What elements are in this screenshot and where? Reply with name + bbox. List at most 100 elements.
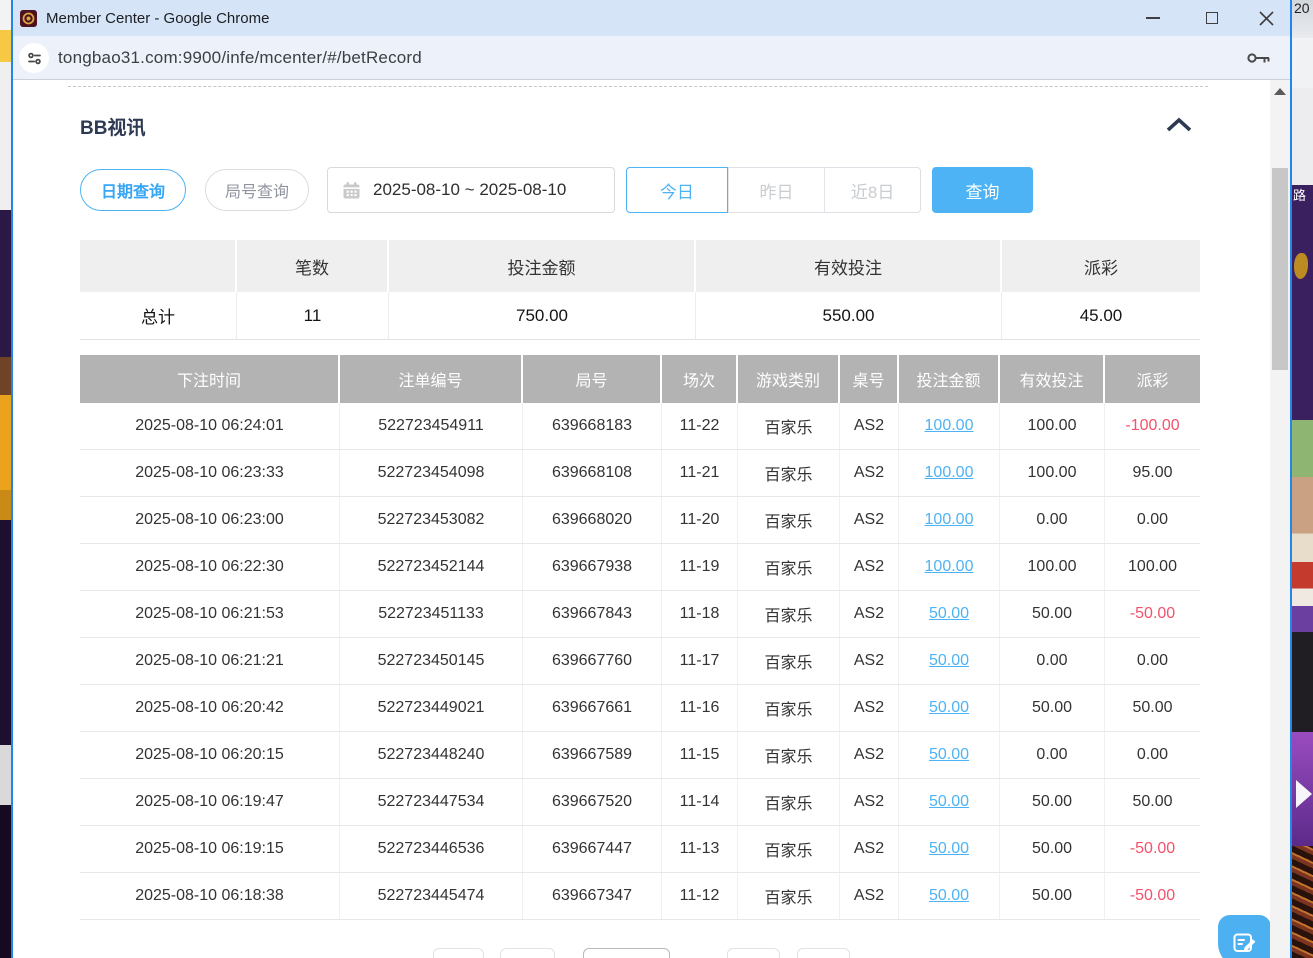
- calendar-icon: [342, 181, 361, 200]
- round-no-cell: 639668020: [523, 497, 662, 543]
- close-icon: [1259, 11, 1274, 26]
- window-title: Member Center - Google Chrome: [46, 10, 269, 27]
- password-key-icon[interactable]: [1246, 50, 1272, 71]
- underlay-gold-decoration: [1294, 253, 1308, 279]
- round-no-cell: 639667843: [523, 591, 662, 637]
- session-cell: 11-22: [662, 403, 738, 449]
- summary-total-row: 总计 11 750.00 550.00 45.00: [80, 292, 1200, 340]
- maximize-button[interactable]: [1205, 0, 1218, 36]
- pagination-page-select[interactable]: [583, 948, 670, 958]
- bet-amount-link[interactable]: 50.00: [929, 605, 969, 623]
- desktop-left-edge: [0, 0, 11, 958]
- bet-time-cell: 2025-08-10 06:18:38: [80, 873, 340, 919]
- bet-amount-link[interactable]: 50.00: [929, 887, 969, 905]
- bet-amount-cell: 100.00: [899, 450, 1000, 496]
- summary-total-label: 总计: [80, 292, 237, 339]
- bet-amount-link[interactable]: 50.00: [929, 793, 969, 811]
- game-type-cell: 百家乐: [738, 544, 840, 590]
- bet-id-cell: 522723447534: [340, 779, 523, 825]
- quick-range-today[interactable]: 今日: [626, 167, 728, 213]
- bet-amount-cell: 50.00: [899, 826, 1000, 872]
- scroll-up-arrow-icon[interactable]: [1274, 88, 1286, 95]
- game-type-cell: 百家乐: [738, 685, 840, 731]
- table-no-cell: AS2: [840, 544, 899, 590]
- round-no-cell: 639667347: [523, 873, 662, 919]
- header-payout: 派彩: [1105, 355, 1200, 403]
- date-range-input[interactable]: 2025-08-10 ~ 2025-08-10: [327, 167, 615, 213]
- quick-range-yesterday[interactable]: 昨日: [728, 168, 825, 212]
- pagination-next-button[interactable]: [727, 948, 780, 958]
- bet-time-cell: 2025-08-10 06:24:01: [80, 403, 340, 449]
- bet-time-cell: 2025-08-10 06:23:33: [80, 450, 340, 496]
- session-cell: 11-16: [662, 685, 738, 731]
- round-no-cell: 639667447: [523, 826, 662, 872]
- bet-amount-link[interactable]: 100.00: [925, 558, 974, 576]
- date-query-tab[interactable]: 日期查询: [80, 169, 186, 211]
- bet-record-table: 下注时间 注单编号 局号 场次 游戏类别 桌号 投注金额 有效投注 派彩 202…: [80, 355, 1200, 920]
- bet-amount-cell: 50.00: [899, 591, 1000, 637]
- bet-amount-link[interactable]: 50.00: [929, 652, 969, 670]
- bet-record-page: BB视讯 日期查询 局号查询 2025-08-10 ~ 2025-08-10 今…: [13, 80, 1290, 958]
- table-row: 2025-08-10 06:22:30522723452144639667938…: [80, 544, 1200, 591]
- collapse-section-button[interactable]: [1165, 117, 1193, 138]
- bet-id-cell: 522723446536: [340, 826, 523, 872]
- feedback-compose-button[interactable]: [1218, 915, 1271, 958]
- page-scrollbar[interactable]: [1270, 80, 1290, 958]
- table-no-cell: AS2: [840, 403, 899, 449]
- valid-bet-cell: 100.00: [1000, 403, 1105, 449]
- bet-amount-cell: 100.00: [899, 544, 1000, 590]
- summary-payout-value: 45.00: [1002, 292, 1200, 339]
- pagination-first-button[interactable]: [433, 948, 484, 958]
- table-no-cell: AS2: [840, 497, 899, 543]
- bet-table-body: 2025-08-10 06:24:01522723454911639668183…: [80, 403, 1200, 920]
- valid-bet-cell: 0.00: [1000, 638, 1105, 684]
- bet-id-cell: 522723454911: [340, 403, 523, 449]
- table-no-cell: AS2: [840, 638, 899, 684]
- chevron-up-icon: [1165, 117, 1193, 133]
- close-button[interactable]: [1259, 0, 1274, 36]
- compose-icon: [1231, 929, 1258, 956]
- quick-range-last8days[interactable]: 近8日: [824, 168, 920, 212]
- payout-cell: -100.00: [1105, 403, 1200, 449]
- url-field[interactable]: tongbao31.com:9900/infe/mcenter/#/betRec…: [58, 36, 422, 79]
- window-titlebar: Member Center - Google Chrome: [13, 0, 1290, 36]
- bet-amount-link[interactable]: 50.00: [929, 699, 969, 717]
- search-button[interactable]: 查询: [932, 167, 1033, 213]
- table-no-cell: AS2: [840, 591, 899, 637]
- address-bar: tongbao31.com:9900/infe/mcenter/#/betRec…: [13, 36, 1290, 80]
- bet-id-cell: 522723449021: [340, 685, 523, 731]
- bet-amount-cell: 50.00: [899, 873, 1000, 919]
- summary-bet-amount-value: 750.00: [389, 292, 696, 339]
- summary-count-value: 11: [237, 292, 389, 339]
- round-no-cell: 639667661: [523, 685, 662, 731]
- bet-amount-link[interactable]: 50.00: [929, 746, 969, 764]
- bet-id-cell: 522723454098: [340, 450, 523, 496]
- bet-time-cell: 2025-08-10 06:23:00: [80, 497, 340, 543]
- bet-amount-cell: 50.00: [899, 638, 1000, 684]
- table-row: 2025-08-10 06:21:21522723450145639667760…: [80, 638, 1200, 685]
- round-no-cell: 639667589: [523, 732, 662, 778]
- quick-range-group: 今日 昨日 近8日: [626, 167, 921, 213]
- round-no-cell: 639668183: [523, 403, 662, 449]
- scrollbar-thumb[interactable]: [1272, 168, 1288, 370]
- bet-amount-link[interactable]: 100.00: [925, 464, 974, 482]
- table-row: 2025-08-10 06:21:53522723451133639667843…: [80, 591, 1200, 638]
- pagination-last-button[interactable]: [797, 948, 850, 958]
- round-query-tab[interactable]: 局号查询: [205, 169, 309, 211]
- pagination-prev-button[interactable]: [500, 948, 555, 958]
- bet-amount-link[interactable]: 100.00: [925, 417, 974, 435]
- bet-time-cell: 2025-08-10 06:22:30: [80, 544, 340, 590]
- bet-amount-link[interactable]: 50.00: [929, 840, 969, 858]
- minimize-button[interactable]: [1146, 0, 1160, 36]
- table-row: 2025-08-10 06:19:15522723446536639667447…: [80, 826, 1200, 873]
- underlay-page-text: 路: [1292, 185, 1306, 203]
- site-info-button[interactable]: [19, 43, 49, 73]
- summary-valid-bet-value: 550.00: [696, 292, 1002, 339]
- round-no-cell: 639667760: [523, 638, 662, 684]
- bet-amount-link[interactable]: 100.00: [925, 511, 974, 529]
- payout-cell: 100.00: [1105, 544, 1200, 590]
- table-row: 2025-08-10 06:19:47522723447534639667520…: [80, 779, 1200, 826]
- tune-icon: [26, 50, 43, 67]
- desktop-clock-fragment: 20: [1292, 0, 1310, 16]
- summary-header-blank: [80, 240, 235, 292]
